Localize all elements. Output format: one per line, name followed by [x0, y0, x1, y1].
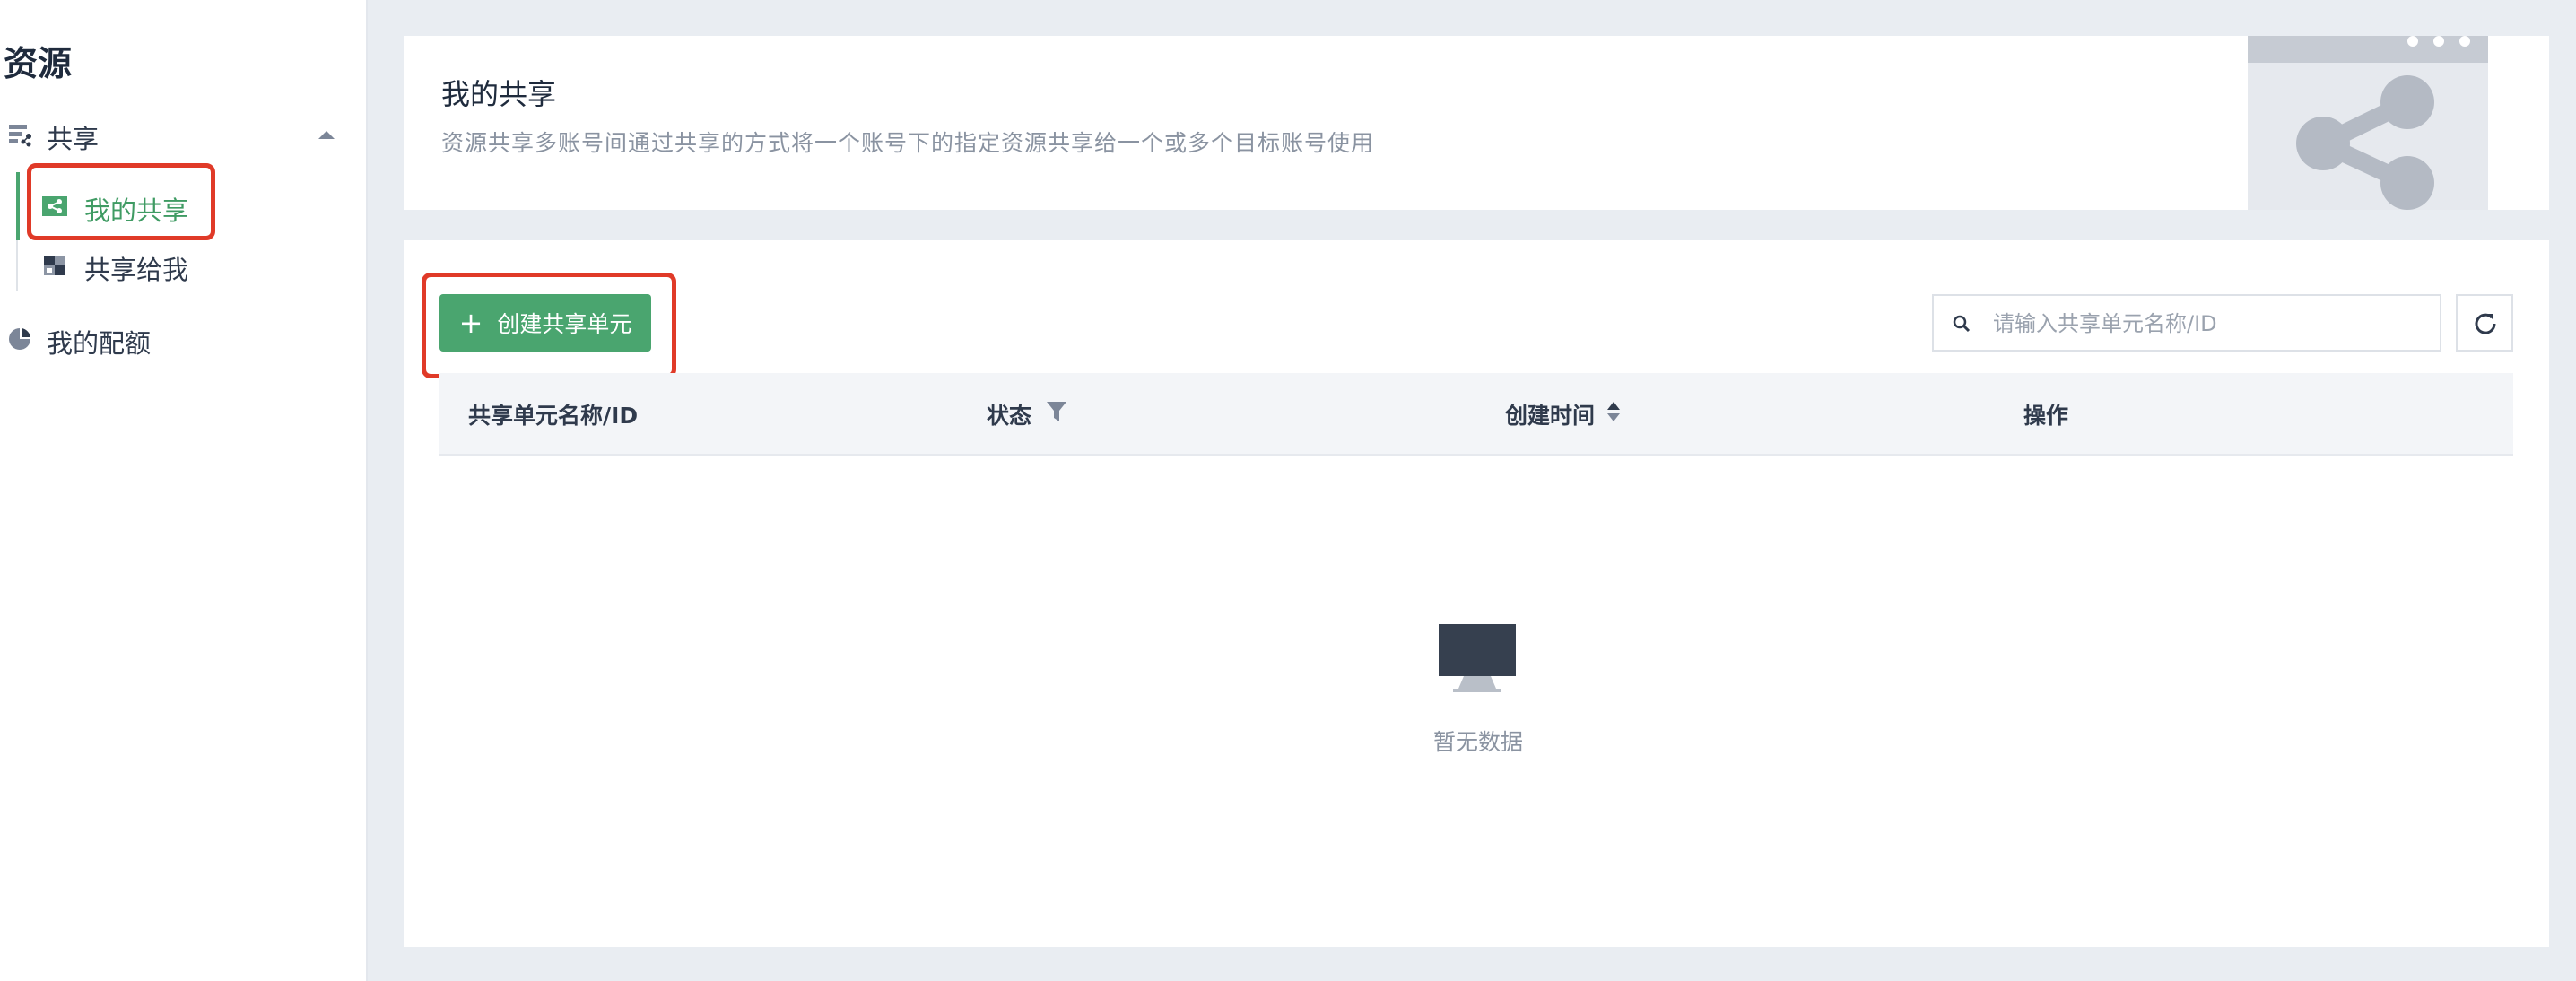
highlight-box: [422, 273, 676, 378]
chevron-up-icon[interactable]: [316, 124, 337, 145]
empty-state-text: 暂无数据: [1433, 729, 1524, 755]
nav-active-rail: [16, 172, 20, 240]
column-header-name: 共享单元名称/ID: [468, 403, 639, 429]
page-title: 我的共享: [441, 77, 557, 111]
sidebar-item-my-quota[interactable]: 我的配额: [0, 314, 350, 364]
header-card: 我的共享 资源共享多账号间通过共享的方式将一个账号下的指定资源共享给一个或多个目…: [404, 36, 2549, 210]
search-box: [1932, 294, 2441, 352]
sidebar-item-shared-to-me[interactable]: 共享给我: [27, 240, 350, 291]
column-header-created-time: 创建时间: [1505, 403, 1596, 429]
sort-icon[interactable]: [1606, 400, 1622, 423]
nav-group-share[interactable]: 共享: [0, 109, 350, 160]
search-input[interactable]: [1991, 305, 2425, 343]
page-description: 资源共享多账号间通过共享的方式将一个账号下的指定资源共享给一个或多个目标账号使用: [441, 130, 1375, 156]
refresh-icon: [2475, 313, 2496, 334]
main-card: + 创建共享单元 共享单元名称/ID 状态 创建时间 操作 暂无数据: [404, 240, 2549, 947]
share-group-icon: [9, 125, 31, 147]
sidebar-item-label: 共享给我: [84, 255, 189, 285]
refresh-button[interactable]: [2456, 294, 2513, 352]
monitor-icon: [1439, 624, 1516, 692]
sidebar-title: 资源: [4, 44, 73, 83]
column-header-actions: 操作: [2023, 403, 2069, 429]
search-icon: [1953, 315, 1971, 333]
pie-chart-icon: [9, 328, 30, 350]
nav-group-label: 共享: [47, 124, 100, 154]
column-header-status: 状态: [987, 403, 1032, 429]
sidebar: 资源 共享 我的共享 共享给我 我的配额: [0, 0, 368, 981]
sidebar-item-label: 我的配额: [47, 328, 152, 359]
filter-icon[interactable]: [1046, 400, 1067, 423]
shared-to-me-icon: [44, 256, 65, 275]
highlight-box: [27, 163, 215, 240]
share-banner-illustration: [2248, 36, 2488, 210]
nav-rail: [16, 240, 18, 291]
table-header: 共享单元名称/ID 状态 创建时间 操作: [439, 373, 2513, 456]
